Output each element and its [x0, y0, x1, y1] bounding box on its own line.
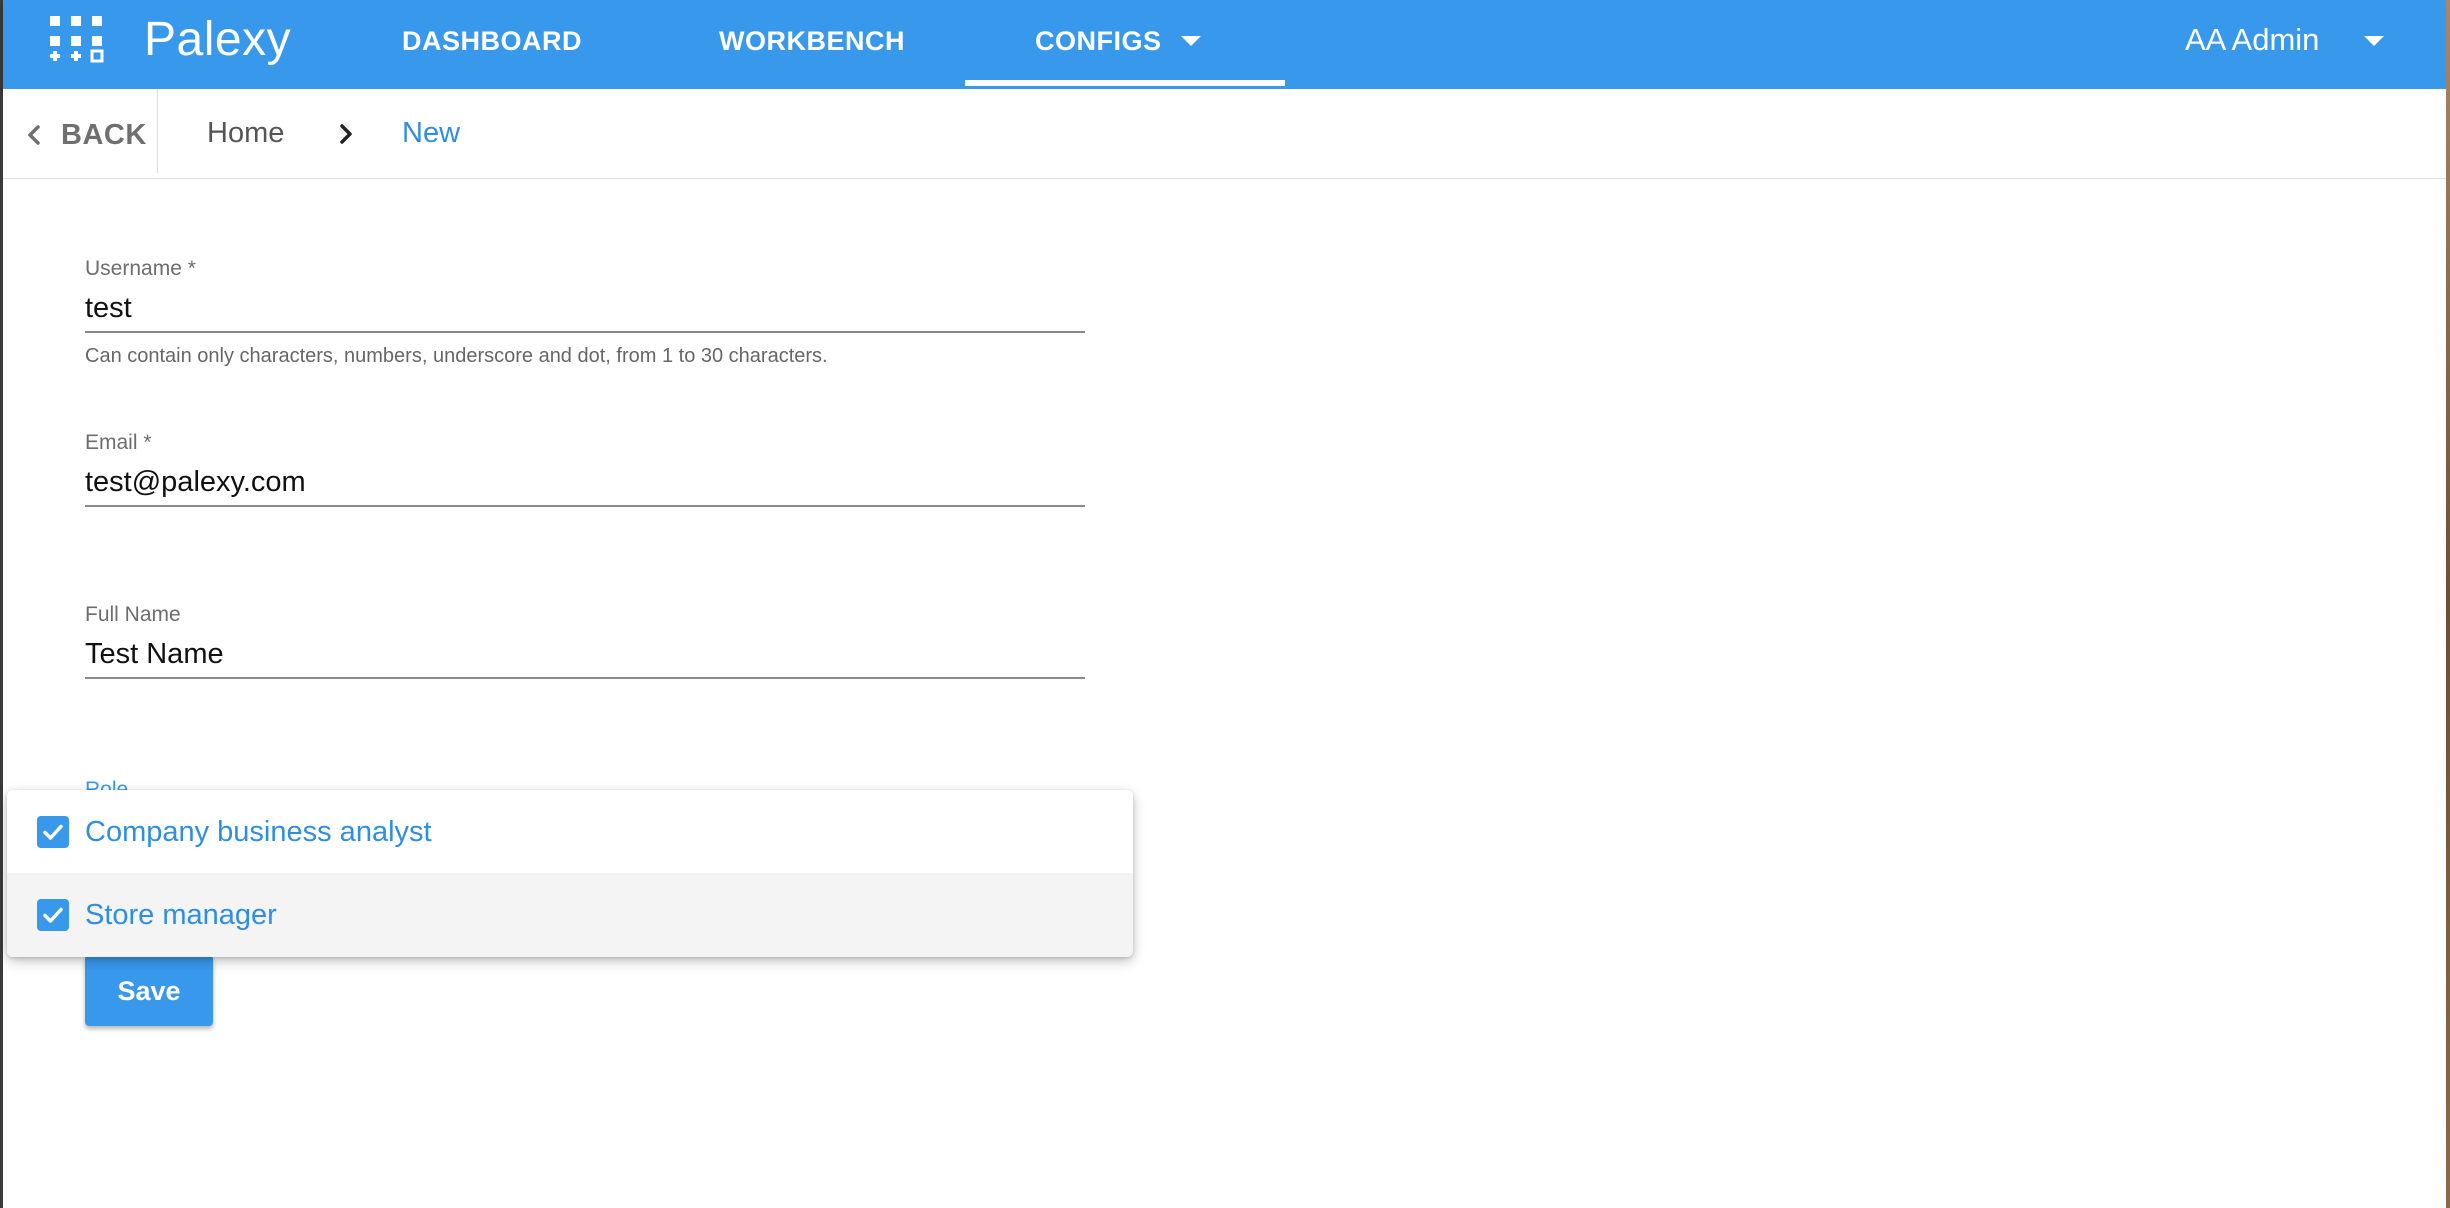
username-label: Username *	[85, 257, 196, 280]
app-window: Palexy DASHBOARD WORKBENCH CONFIGS AA Ad…	[0, 0, 2450, 1208]
breadcrumb-home[interactable]: Home	[207, 117, 284, 150]
username-hint: Can contain only characters, numbers, un…	[85, 345, 828, 367]
chevron-left-icon	[21, 120, 47, 150]
divider	[157, 89, 158, 173]
breadcrumb-current: New	[402, 117, 461, 149]
role-option-label: Company business analyst	[85, 815, 432, 848]
chevron-down-icon[interactable]	[1181, 36, 1201, 46]
apps-grid-icon[interactable]	[48, 14, 104, 68]
nav-workbench[interactable]: WORKBENCH	[719, 26, 905, 57]
nav-configs[interactable]: CONFIGS	[1035, 26, 1162, 57]
active-tab-indicator	[965, 80, 1285, 86]
brand-logo-text[interactable]: Palexy	[144, 12, 291, 67]
full-name-field: Full Name	[85, 603, 1085, 679]
role-dropdown-menu: Company business analyst Store manager	[7, 790, 1133, 957]
save-button[interactable]: Save	[85, 955, 213, 1026]
role-option-store-manager[interactable]: Store manager	[7, 873, 1133, 957]
user-menu[interactable]: AA Admin	[2185, 22, 2319, 58]
top-app-bar: Palexy DASHBOARD WORKBENCH CONFIGS AA Ad…	[3, 0, 2449, 89]
full-name-label: Full Name	[85, 603, 181, 626]
full-name-input[interactable]	[85, 631, 1085, 679]
checkbox-checked-icon[interactable]	[37, 899, 69, 931]
chevron-down-icon[interactable]	[2364, 36, 2384, 46]
back-label: BACK	[61, 118, 147, 151]
email-label: Email *	[85, 431, 152, 454]
role-option-company-business-analyst[interactable]: Company business analyst	[7, 790, 1133, 874]
breadcrumb-bar: BACK Home New	[3, 89, 2449, 179]
username-field: Username * Can contain only characters, …	[85, 257, 1085, 368]
back-button[interactable]: BACK	[21, 115, 147, 155]
nav-dashboard[interactable]: DASHBOARD	[402, 26, 582, 57]
desktop-background-edge	[2446, 0, 2450, 1208]
email-input[interactable]	[85, 459, 1085, 507]
role-option-label: Store manager	[85, 898, 277, 931]
email-field: Email *	[85, 431, 1085, 507]
checkbox-checked-icon[interactable]	[37, 816, 69, 848]
chevron-right-icon	[335, 119, 357, 149]
username-input[interactable]	[85, 285, 1085, 333]
